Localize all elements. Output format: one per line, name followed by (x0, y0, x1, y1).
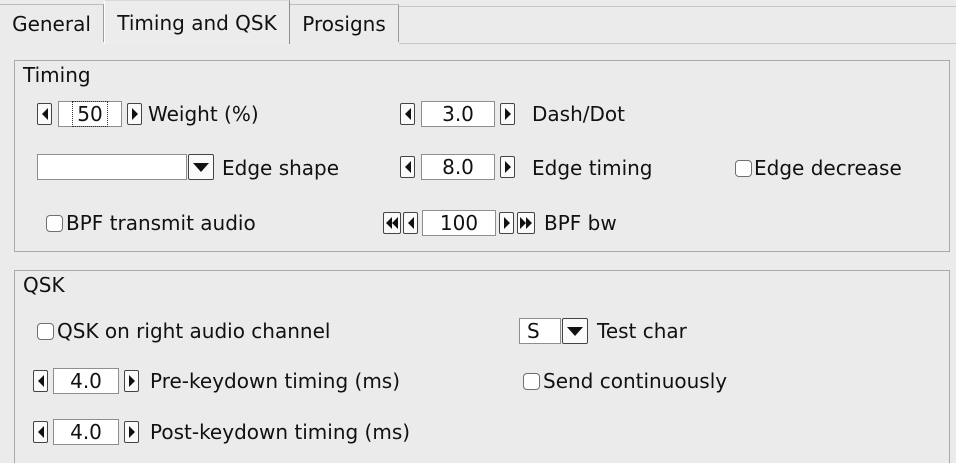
arrow-left-icon (41, 108, 48, 120)
edge-timing-decrement-button[interactable] (400, 156, 415, 178)
post-keydown-label: Post-keydown timing (ms) (150, 420, 411, 444)
edge-timing-field[interactable]: 8.0 (421, 154, 495, 180)
chevron-down-icon (193, 162, 209, 172)
test-char-label: Test char (597, 319, 687, 343)
arrow-left-icon (404, 108, 411, 120)
test-char-select[interactable]: S (519, 318, 561, 344)
tab-prosigns[interactable]: Prosigns (290, 4, 399, 42)
post-keydown-field[interactable]: 4.0 (53, 419, 119, 445)
bpf-bw-fast-increment-button[interactable] (517, 212, 535, 234)
arrow-left-icon (37, 375, 44, 387)
bpf-bw-value: 100 (439, 211, 479, 235)
test-char-value: S (527, 319, 540, 343)
arrow-left-icon (407, 217, 414, 229)
weight-field[interactable]: 50 (58, 101, 122, 127)
dash-dot-increment-button[interactable] (500, 103, 515, 125)
weight-decrement-button[interactable] (37, 103, 52, 125)
arrow-right-icon (128, 426, 135, 438)
tab-prosigns-label: Prosigns (302, 12, 386, 36)
send-continuously-checkbox[interactable] (523, 373, 540, 390)
edge-decrease-checkbox[interactable] (735, 160, 752, 177)
timing-group-title: Timing (23, 63, 91, 87)
bpf-bw-field[interactable]: 100 (422, 210, 496, 236)
qsk-right-channel-label: QSK on right audio channel (57, 319, 331, 343)
weight-label: Weight (%) (148, 102, 259, 126)
bpf-bw-increment-button[interactable] (499, 212, 514, 234)
bpf-bw-fast-decrement-button[interactable] (383, 212, 401, 234)
weight-value: 50 (72, 101, 108, 127)
tab-timing-and-qsk[interactable]: Timing and QSK (104, 0, 290, 44)
pre-keydown-decrement-button[interactable] (33, 370, 48, 392)
qsk-right-channel-checkbox[interactable] (37, 323, 54, 340)
edge-shape-label: Edge shape (222, 156, 340, 180)
arrow-left-icon (37, 426, 44, 438)
bpf-transmit-audio-checkbox[interactable] (46, 215, 63, 232)
tab-bar-filler (399, 6, 956, 44)
arrow-right-icon (128, 375, 135, 387)
edge-shape-select[interactable] (37, 154, 187, 180)
dash-dot-field[interactable]: 3.0 (421, 101, 495, 127)
tab-bar: General Timing and QSK Prosigns (0, 0, 956, 44)
dash-dot-label: Dash/Dot (532, 102, 625, 126)
bpf-transmit-audio-label: BPF transmit audio (66, 211, 256, 235)
chevron-down-icon (567, 326, 583, 336)
pre-keydown-label: Pre-keydown timing (ms) (150, 369, 401, 393)
tab-general-label: General (12, 12, 91, 36)
arrow-right-icon (503, 217, 510, 229)
arrow-right-icon (504, 108, 511, 120)
weight-increment-button[interactable] (127, 103, 142, 125)
tab-general[interactable]: General (0, 4, 104, 42)
arrow-left-icon (404, 161, 411, 173)
bpf-bw-label: BPF bw (544, 211, 617, 235)
edge-timing-value: 8.0 (442, 155, 474, 179)
double-arrow-left-icon (386, 217, 398, 229)
pre-keydown-value: 4.0 (70, 369, 102, 393)
qsk-group-title: QSK (23, 273, 65, 297)
pre-keydown-increment-button[interactable] (124, 370, 139, 392)
bpf-bw-decrement-button[interactable] (403, 212, 418, 234)
post-keydown-increment-button[interactable] (124, 421, 139, 443)
post-keydown-decrement-button[interactable] (33, 421, 48, 443)
dash-dot-value: 3.0 (442, 102, 474, 126)
dash-dot-decrement-button[interactable] (400, 103, 415, 125)
test-char-dropdown-button[interactable] (562, 318, 588, 344)
post-keydown-value: 4.0 (70, 420, 102, 444)
arrow-right-icon (504, 161, 511, 173)
edge-decrease-label: Edge decrease (754, 156, 902, 180)
edge-timing-label: Edge timing (532, 156, 653, 180)
double-arrow-right-icon (520, 217, 532, 229)
edge-shape-dropdown-button[interactable] (188, 154, 214, 180)
pre-keydown-field[interactable]: 4.0 (53, 368, 119, 394)
arrow-right-icon (131, 108, 138, 120)
edge-timing-increment-button[interactable] (500, 156, 515, 178)
send-continuously-label: Send continuously (543, 369, 728, 393)
tab-timing-label: Timing and QSK (117, 11, 277, 35)
